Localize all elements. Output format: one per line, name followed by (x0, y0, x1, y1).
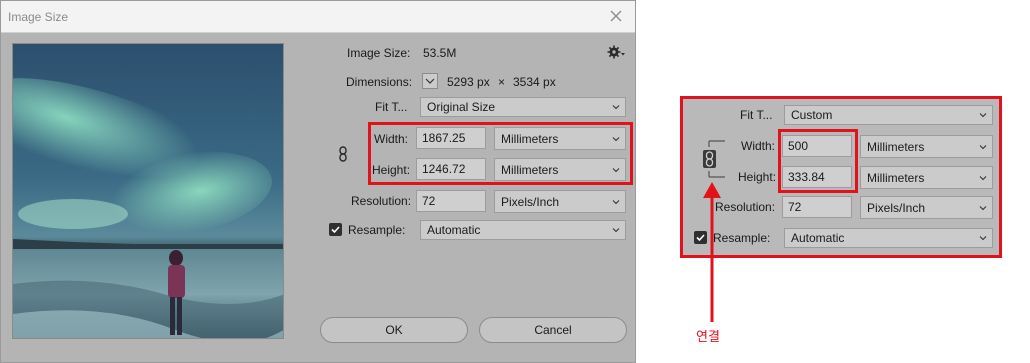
chain-link-icon[interactable] (699, 137, 729, 181)
zoom-width-unit-value: Millimeters (867, 140, 925, 154)
chevron-down-icon (612, 200, 620, 205)
resolution-unit-value: Pixels/Inch (501, 195, 560, 209)
ok-button-label: OK (385, 323, 403, 337)
dimensions-width: 5293 px (447, 75, 490, 89)
chevron-down-icon (979, 176, 987, 181)
zoom-fit-to-value: Custom (791, 108, 833, 122)
resample-select[interactable]: Automatic (420, 220, 626, 240)
fit-to-select[interactable]: Original Size (420, 97, 626, 117)
ok-button[interactable]: OK (320, 317, 468, 343)
resolution-unit-select[interactable]: Pixels/Inch (494, 190, 626, 213)
cancel-button[interactable]: Cancel (479, 317, 627, 343)
resample-label: Resample: (348, 223, 406, 237)
close-icon[interactable] (607, 7, 625, 25)
title-bar: Image Size (1, 1, 635, 33)
dimensions-dropdown[interactable] (422, 73, 438, 89)
zoom-fit-to-select[interactable]: Custom (784, 105, 993, 125)
chevron-down-icon (979, 236, 987, 241)
zoom-resolution-unit-select[interactable]: Pixels/Inch (860, 196, 993, 219)
width-height-highlight (368, 122, 633, 185)
zoom-height-unit-select[interactable]: Millimeters (860, 166, 993, 189)
dimensions-height: 3534 px (513, 75, 556, 89)
fit-to-value: Original Size (427, 100, 496, 114)
checkmark-icon (331, 226, 340, 234)
zoom-height-unit-value: Millimeters (867, 171, 925, 185)
chevron-down-icon (425, 78, 435, 84)
zoom-resolution-unit-value: Pixels/Inch (867, 201, 926, 215)
zoom-resolution-input[interactable]: 72 (782, 196, 852, 218)
resolution-value: 72 (422, 194, 436, 208)
aurora-photo (13, 44, 283, 338)
zoom-fit-to-label: Fit T... (740, 108, 773, 122)
chevron-down-icon (979, 145, 987, 150)
chevron-down-icon (979, 113, 987, 118)
image-size-label: Image Size: (347, 46, 411, 60)
image-size-value: 53.5M (423, 46, 457, 60)
dimensions-label: Dimensions: (346, 75, 413, 89)
zoom-height-label: Height: (738, 170, 777, 184)
zoom-resample-select[interactable]: Automatic (784, 228, 993, 248)
zoom-width-unit-select[interactable]: Millimeters (860, 135, 993, 158)
chain-link-icon[interactable] (337, 146, 349, 162)
zoom-resolution-value: 72 (788, 200, 802, 214)
chevron-down-icon (612, 228, 620, 233)
fit-to-label: Fit T... (375, 100, 408, 114)
annotation-text: 연결 (696, 329, 720, 344)
cancel-button-label: Cancel (534, 323, 572, 337)
annotation-arrow (703, 182, 721, 322)
dialog-title: Image Size (8, 10, 69, 24)
gear-icon[interactable] (607, 45, 625, 59)
image-size-dialog: Image Size Image Size: 53.5M Dimensions:… (0, 0, 636, 363)
zoomed-settings-panel: Fit T... Custom Width: 500 Millimeters H… (680, 96, 1002, 258)
chevron-down-icon (612, 105, 620, 110)
chevron-down-icon (979, 206, 987, 211)
resample-value: Automatic (427, 223, 481, 237)
resolution-label: Resolution: (351, 194, 412, 208)
resolution-input[interactable]: 72 (416, 190, 486, 212)
zoom-width-label: Width: (741, 139, 776, 153)
image-preview[interactable] (12, 43, 284, 339)
resample-checkbox[interactable] (329, 223, 342, 236)
zoom-values-highlight (778, 129, 858, 193)
zoom-resolution-label: Resolution: (715, 200, 776, 214)
dimensions-separator: × (498, 75, 506, 89)
zoom-resample-value: Automatic (791, 231, 845, 245)
